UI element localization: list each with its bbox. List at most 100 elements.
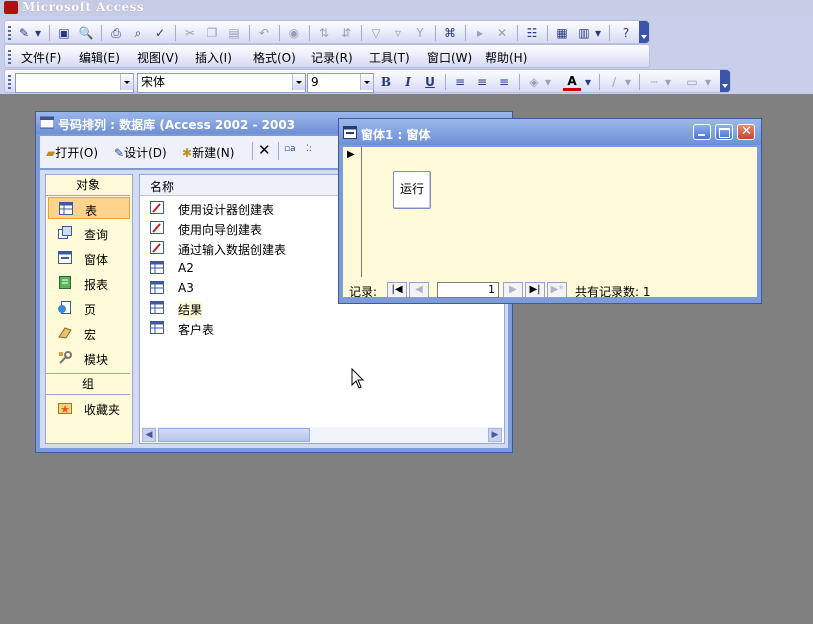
- dropdown-arrow-icon[interactable]: [360, 74, 373, 90]
- menu-file[interactable]: 文件(F): [21, 49, 61, 66]
- first-record-button[interactable]: |◀: [387, 282, 407, 298]
- table-icon: [150, 301, 164, 314]
- line-color-dropdown-icon[interactable]: ▾: [623, 73, 633, 91]
- menu-records[interactable]: 记录(R): [311, 49, 353, 66]
- scroll-thumb[interactable]: [158, 428, 310, 442]
- file-search-icon[interactable]: 🔍: [77, 24, 95, 42]
- line-width-icon[interactable]: ┄: [645, 73, 663, 91]
- align-left-icon[interactable]: ≡: [451, 73, 469, 91]
- current-record-input[interactable]: 1: [437, 282, 499, 298]
- dropdown-arrow-icon[interactable]: [292, 74, 305, 90]
- object-combo[interactable]: [15, 73, 134, 93]
- spelling-icon[interactable]: ✓: [151, 24, 169, 42]
- undo-icon[interactable]: ↶: [255, 24, 273, 42]
- group-favorites[interactable]: 收藏夹: [48, 397, 130, 419]
- small-icons-icon[interactable]: ⁚:: [306, 144, 312, 154]
- view-dropdown-arrow-icon[interactable]: ▾: [33, 24, 43, 42]
- filter-by-form-icon[interactable]: ▿: [389, 24, 407, 42]
- last-record-button[interactable]: ▶|: [525, 282, 545, 298]
- menu-tools[interactable]: 工具(T): [369, 49, 410, 66]
- new-record-button[interactable]: ▶*: [547, 282, 567, 298]
- view-design-icon[interactable]: ✎: [15, 24, 33, 42]
- new-icon: ✱: [182, 146, 193, 160]
- fill-color-dropdown-icon[interactable]: ▾: [543, 73, 553, 91]
- font-color-icon[interactable]: A: [563, 73, 581, 91]
- minimize-icon: [698, 134, 705, 136]
- apply-filter-icon[interactable]: Y: [411, 24, 429, 42]
- new-object-icon[interactable]: ▥: [575, 24, 593, 42]
- menu-insert[interactable]: 插入(I): [195, 49, 232, 66]
- maximize-button[interactable]: [715, 124, 733, 140]
- find-icon[interactable]: ⌘: [441, 24, 459, 42]
- record-count: 共有记录数: 1: [575, 285, 651, 299]
- paste-icon[interactable]: ▤: [225, 24, 243, 42]
- toolbar-options-icon[interactable]: [720, 70, 730, 92]
- font-color-dropdown-icon[interactable]: ▾: [583, 73, 593, 91]
- sort-ascending-icon[interactable]: ⇅: [315, 24, 333, 42]
- font-combo[interactable]: 宋体: [137, 73, 306, 93]
- special-effect-icon[interactable]: ▭: [683, 73, 701, 91]
- next-record-button[interactable]: ▶: [503, 282, 523, 298]
- delete-icon[interactable]: ✕: [258, 141, 271, 159]
- object-macros[interactable]: 宏: [48, 322, 130, 344]
- form-window[interactable]: 窗体1 : 窗体 ✕ ▶ 运行 记录: |◀ ◀ 1 ▶ ▶| ▶* 共有记录数…: [338, 118, 762, 304]
- fill-color-icon[interactable]: ◈: [525, 73, 543, 91]
- copy-icon[interactable]: ❐: [203, 24, 221, 42]
- object-reports[interactable]: 报表: [48, 272, 130, 294]
- new-record-icon[interactable]: ▸: [471, 24, 489, 42]
- access-app-icon: [4, 1, 18, 14]
- new-button[interactable]: ✱新建(N): [182, 144, 234, 161]
- line-color-icon[interactable]: ∕: [605, 73, 623, 91]
- office-links-icon[interactable]: ◉: [285, 24, 303, 42]
- new-object-dropdown-icon[interactable]: ▾: [593, 24, 603, 42]
- database-window-icon[interactable]: ▦: [553, 24, 571, 42]
- menu-edit[interactable]: 编辑(E): [79, 49, 120, 66]
- minimize-button[interactable]: [693, 124, 711, 140]
- toolbar-grip[interactable]: [8, 26, 11, 40]
- object-queries[interactable]: 查询: [48, 222, 130, 244]
- menu-grip[interactable]: [8, 50, 11, 64]
- menu-format[interactable]: 格式(O): [253, 49, 296, 66]
- large-icons-icon[interactable]: ▫a: [284, 144, 296, 154]
- open-button[interactable]: ▰打开(O): [46, 144, 98, 161]
- form-window-title-bar[interactable]: 窗体1 : 窗体 ✕: [339, 119, 761, 145]
- module-icon: [59, 351, 72, 364]
- toolbar-grip[interactable]: [8, 75, 11, 89]
- scroll-right-icon[interactable]: ▶: [488, 428, 502, 442]
- align-center-icon[interactable]: ≡: [473, 73, 491, 91]
- print-icon[interactable]: ⎙: [107, 24, 125, 42]
- help-icon[interactable]: ?: [617, 24, 635, 42]
- design-button[interactable]: ✎设计(D): [114, 144, 167, 161]
- print-preview-icon[interactable]: ⌕: [129, 24, 147, 42]
- bold-button[interactable]: B: [377, 73, 395, 91]
- object-modules[interactable]: 模块: [48, 347, 130, 369]
- font-size-combo[interactable]: 9: [307, 73, 374, 93]
- sort-descending-icon[interactable]: ⇵: [337, 24, 355, 42]
- menu-view[interactable]: 视图(V): [137, 49, 179, 66]
- delete-record-icon[interactable]: ✕: [493, 24, 511, 42]
- scroll-left-icon[interactable]: ◀: [142, 428, 156, 442]
- object-forms[interactable]: 窗体: [48, 247, 130, 269]
- line-width-dropdown-icon[interactable]: ▾: [663, 73, 673, 91]
- object-tables[interactable]: 表: [48, 197, 130, 219]
- save-icon[interactable]: ▣: [55, 24, 73, 42]
- filter-by-selection-icon[interactable]: ▽: [367, 24, 385, 42]
- special-effect-dropdown-icon[interactable]: ▾: [703, 73, 713, 91]
- align-right-icon[interactable]: ≡: [495, 73, 513, 91]
- menu-window[interactable]: 窗口(W): [427, 49, 472, 66]
- italic-button[interactable]: I: [399, 73, 417, 91]
- menu-help[interactable]: 帮助(H): [485, 49, 527, 66]
- toolbar-options-icon[interactable]: [639, 21, 649, 43]
- database-window-title: 号码排列 : 数据库 (Access 2002 - 2003: [58, 118, 296, 132]
- cut-icon[interactable]: ✂: [181, 24, 199, 42]
- horizontal-scrollbar[interactable]: ◀ ▶: [142, 427, 502, 443]
- wizard-table-icon: [150, 201, 164, 214]
- underline-button[interactable]: U: [421, 73, 439, 91]
- dropdown-arrow-icon[interactable]: [120, 74, 133, 90]
- previous-record-button[interactable]: ◀: [409, 282, 429, 298]
- close-button[interactable]: ✕: [737, 124, 755, 140]
- run-button[interactable]: 运行: [393, 171, 431, 209]
- properties-icon[interactable]: ☷: [523, 24, 541, 42]
- object-pages[interactable]: 页: [48, 297, 130, 319]
- record-selector[interactable]: ▶: [343, 147, 362, 277]
